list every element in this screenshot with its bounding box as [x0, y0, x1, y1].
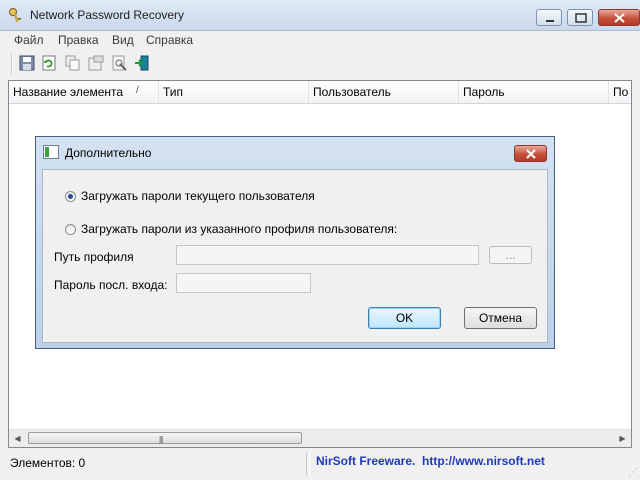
radio-current-user-label: Загружать пароли текущего пользователя	[81, 189, 315, 203]
close-icon	[614, 13, 625, 23]
window-title: Network Password Recovery	[30, 8, 185, 22]
column-header-user[interactable]: Пользователь	[309, 81, 459, 103]
status-divider	[306, 452, 310, 476]
column-header-more[interactable]: По	[609, 81, 631, 103]
column-header-more-label: По	[613, 85, 629, 99]
scroll-right-icon[interactable]: ▶	[614, 430, 631, 447]
ok-button[interactable]: OK	[368, 307, 441, 329]
column-header-type[interactable]: Тип	[159, 81, 309, 103]
refresh-icon[interactable]	[41, 55, 57, 71]
properties-icon[interactable]	[88, 55, 104, 71]
exit-icon[interactable]	[134, 55, 150, 71]
close-icon	[526, 149, 536, 159]
menu-bar: Файл Правка Вид Справка	[0, 31, 640, 49]
maximize-icon	[575, 13, 587, 23]
list-header: Название элемента / Тип Пользователь Пар…	[9, 81, 631, 104]
dialog-close-button[interactable]	[514, 145, 547, 162]
profile-path-label: Путь профиля	[54, 250, 134, 264]
menu-edit[interactable]: Правка	[58, 33, 99, 47]
dialog-title: Дополнительно	[65, 146, 152, 160]
menu-help[interactable]: Справка	[146, 33, 193, 47]
last-password-label: Пароль посл. входа:	[54, 278, 168, 292]
toolbar	[0, 50, 640, 78]
minimize-button[interactable]	[536, 9, 562, 26]
radio-current-user[interactable]	[65, 190, 76, 202]
radio-profile-label: Загружать пароли из указанного профиля п…	[81, 222, 398, 236]
close-button[interactable]	[598, 9, 640, 26]
app-key-icon	[9, 8, 21, 23]
column-header-name-label: Название элемента	[13, 85, 124, 99]
sort-indicator-icon: /	[136, 85, 139, 96]
menu-view[interactable]: Вид	[112, 33, 134, 47]
dialog-window-icon	[43, 145, 59, 159]
cancel-button[interactable]: Отмена	[464, 307, 537, 329]
last-password-field[interactable]	[176, 273, 311, 293]
title-bar: Network Password Recovery	[0, 0, 640, 31]
minimize-icon	[546, 20, 554, 22]
column-header-password[interactable]: Пароль	[459, 81, 609, 103]
thumb-grip-icon: |||	[159, 435, 163, 444]
column-header-type-label: Тип	[163, 85, 184, 99]
column-header-user-label: Пользователь	[313, 85, 391, 99]
radio-profile[interactable]	[65, 223, 76, 235]
browse-button[interactable]: ...	[489, 246, 532, 264]
status-bar: Элементов: 0 NirSoft Freeware. http://ww…	[0, 452, 640, 480]
report-icon[interactable]	[111, 55, 127, 71]
profile-path-field[interactable]	[176, 245, 479, 265]
menu-file[interactable]: Файл	[14, 33, 44, 47]
toolbar-separator	[11, 54, 13, 74]
horizontal-scrollbar[interactable]: ◀ ||| ▶	[9, 429, 631, 447]
dialog-body: Загружать пароли текущего пользователя З…	[42, 169, 548, 343]
radio-current-user-option[interactable]: Загружать пароли текущего пользователя	[65, 189, 315, 203]
items-count: Элементов: 0	[10, 456, 86, 470]
column-header-password-label: Пароль	[463, 85, 505, 99]
resize-grip-icon[interactable]: ⋰	[628, 467, 638, 478]
maximize-button[interactable]	[567, 9, 593, 26]
save-icon[interactable]	[19, 55, 35, 71]
nirsoft-link[interactable]: NirSoft Freeware. http://www.nirsoft.net	[316, 454, 545, 468]
scroll-left-icon[interactable]: ◀	[9, 430, 26, 447]
advanced-options-dialog: Дополнительно Загружать пароли текущего …	[35, 136, 555, 349]
radio-profile-option[interactable]: Загружать пароли из указанного профиля п…	[65, 222, 397, 236]
scrollbar-thumb[interactable]: |||	[28, 432, 302, 444]
dialog-title-bar: Дополнительно	[36, 137, 554, 169]
copy-icon[interactable]	[65, 55, 81, 71]
column-header-name[interactable]: Название элемента /	[9, 81, 159, 103]
